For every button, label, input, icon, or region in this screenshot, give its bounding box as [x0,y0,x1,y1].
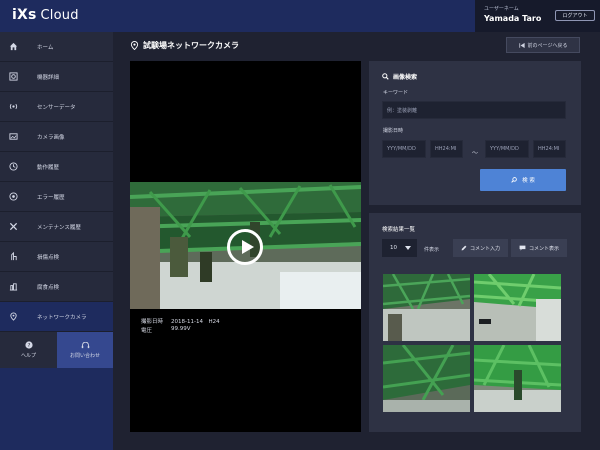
search-title-text: 画像検索 [393,74,418,81]
back-label: 前のページへ戻る [527,42,568,49]
search-title: 画像検索 [382,72,417,81]
sidebar-item-label: ネットワークカメラ [37,314,87,321]
results-count-label: 件表示 [424,247,440,253]
play-button[interactable] [227,229,263,265]
date-range-label: 撮影日時 [383,128,404,134]
sidebar-item-network-camera[interactable]: ネットワークカメラ [0,302,113,332]
capture-time-label: 撮影日時 [141,319,164,325]
camera-image-icon [9,132,18,141]
sidebar-item-operation-history[interactable]: 動作履歴 [0,152,113,182]
comment-input-label: コメント入力 [469,245,500,252]
result-thumbnail[interactable] [383,345,470,412]
bridge-girder-image [383,345,470,412]
sidebar-item-label: 損傷点検 [37,254,60,261]
comment-view-button[interactable]: コメント表示 [511,239,567,257]
brand-suffix: Cloud [40,8,79,23]
home-icon [9,42,18,51]
sidebar-item-label: センサーデータ [37,104,76,111]
capture-time-value: 2018-11-14 H24 [171,319,220,325]
time-from-input[interactable]: HH24:MI [430,140,463,158]
user-area: ユーザーネーム Yamada Taro ログアウト [475,0,600,32]
sidebar-item-label: エラー履歴 [37,194,65,201]
voltage-label: 電圧 [141,328,153,334]
results-title: 検索結果一覧 [382,227,416,233]
bridge-girder-image [474,274,561,341]
camera-video-frame[interactable] [130,182,361,309]
result-thumbnail[interactable] [383,274,470,341]
chevron-down-icon [405,246,411,250]
range-separator: ～ [472,150,479,157]
result-thumbnail[interactable] [474,274,561,341]
location-pin-icon [130,40,139,50]
comment-view-label: コメント表示 [528,245,559,252]
inspection-icon [9,252,18,261]
help-button[interactable]: ? ヘルプ [0,332,57,368]
back-arrow-icon [518,42,525,48]
date-to-input[interactable]: YYY/MM/DD [485,140,529,158]
comment-input-button[interactable]: コメント入力 [453,239,508,257]
sidebar-nav: ホーム 機器詳細 センサーデータ カメラ画像 動作履歴 エラー履歴 メンテナンス… [0,32,113,332]
bridge-girder-image [474,345,561,412]
sidebar: ホーム 機器詳細 センサーデータ カメラ画像 動作履歴 エラー履歴 メンテナンス… [0,32,113,450]
clock-icon [9,162,18,171]
voltage-row: 電圧 99.99V [141,326,191,334]
date-from-input[interactable]: YYY/MM/DD [382,140,426,158]
comment-icon [519,245,526,251]
search-icon [382,73,389,80]
svg-text:?: ? [27,343,30,349]
device-detail-icon [9,72,18,81]
bridge-girder-image [383,274,470,341]
error-icon [9,192,18,201]
back-button[interactable]: 前のページへ戻る [506,37,580,53]
results-count-select[interactable]: 10 [382,239,417,257]
wrench-icon [9,222,18,231]
sidebar-item-label: ホーム [37,44,54,51]
sidebar-item-label: 動作履歴 [37,164,60,171]
sidebar-item-damage-inspection[interactable]: 損傷点検 [0,242,113,272]
results-count-value: 10 [390,245,397,251]
result-thumbnail[interactable] [474,345,561,412]
keyword-input[interactable]: 例：塗装剥離 [382,101,566,119]
app-header: iXs Cloud ユーザーネーム Yamada Taro ログアウト [0,0,600,32]
sidebar-item-home[interactable]: ホーム [0,32,113,62]
search-results-panel: 検索結果一覧 10 件表示 コメント入力 コメント表示 [369,213,581,432]
sidebar-item-sensor-data[interactable]: センサーデータ [0,92,113,122]
sidebar-item-label: 機器詳細 [37,74,60,81]
brand-name: iXs [12,7,37,23]
page-title: 試験場ネットワークカメラ [143,40,239,50]
sidebar-item-label: 腐食点検 [37,284,60,291]
search-icon [511,177,517,183]
time-to-input[interactable]: HH24:MI [533,140,566,158]
sidebar-item-error-history[interactable]: エラー履歴 [0,182,113,212]
logout-button[interactable]: ログアウト [555,10,595,21]
headset-icon [81,341,89,348]
app-logo[interactable]: iXs Cloud [12,7,79,23]
sidebar-item-device-detail[interactable]: 機器詳細 [0,62,113,92]
user-name: Yamada Taro [484,14,542,23]
image-search-panel: 画像検索 キーワード 例：塗装剥離 撮影日時 YYY/MM/DD HH24:MI… [369,61,581,205]
search-button[interactable]: 検 索 [480,169,566,191]
search-button-label: 検 索 [522,178,535,184]
page-title-row: 試験場ネットワークカメラ [130,37,239,53]
sidebar-item-camera-image[interactable]: カメラ画像 [0,122,113,152]
contact-button[interactable]: お問い合わせ [57,332,113,368]
user-label: ユーザーネーム [484,6,519,12]
sidebar-item-maintenance-history[interactable]: メンテナンス履歴 [0,212,113,242]
sidebar-item-label: カメラ画像 [37,134,65,141]
pencil-icon [461,245,467,251]
question-icon: ? [24,341,33,349]
contact-label: お問い合わせ [69,352,100,359]
sidebar-item-corrosion-inspection[interactable]: 腐食点検 [0,272,113,302]
keyword-label: キーワード [383,90,409,96]
support-row: ? ヘルプ お問い合わせ [0,332,113,368]
capture-time-row: 撮影日時 2018-11-14 H24 [141,317,220,325]
sensor-icon [9,102,18,111]
location-pin-icon [9,312,18,321]
help-label: ヘルプ [20,353,36,359]
corrosion-icon [9,282,18,291]
sidebar-item-label: メンテナンス履歴 [37,224,81,231]
video-player: 撮影日時 2018-11-14 H24 電圧 99.99V [130,61,361,432]
voltage-value: 99.99V [171,326,191,332]
